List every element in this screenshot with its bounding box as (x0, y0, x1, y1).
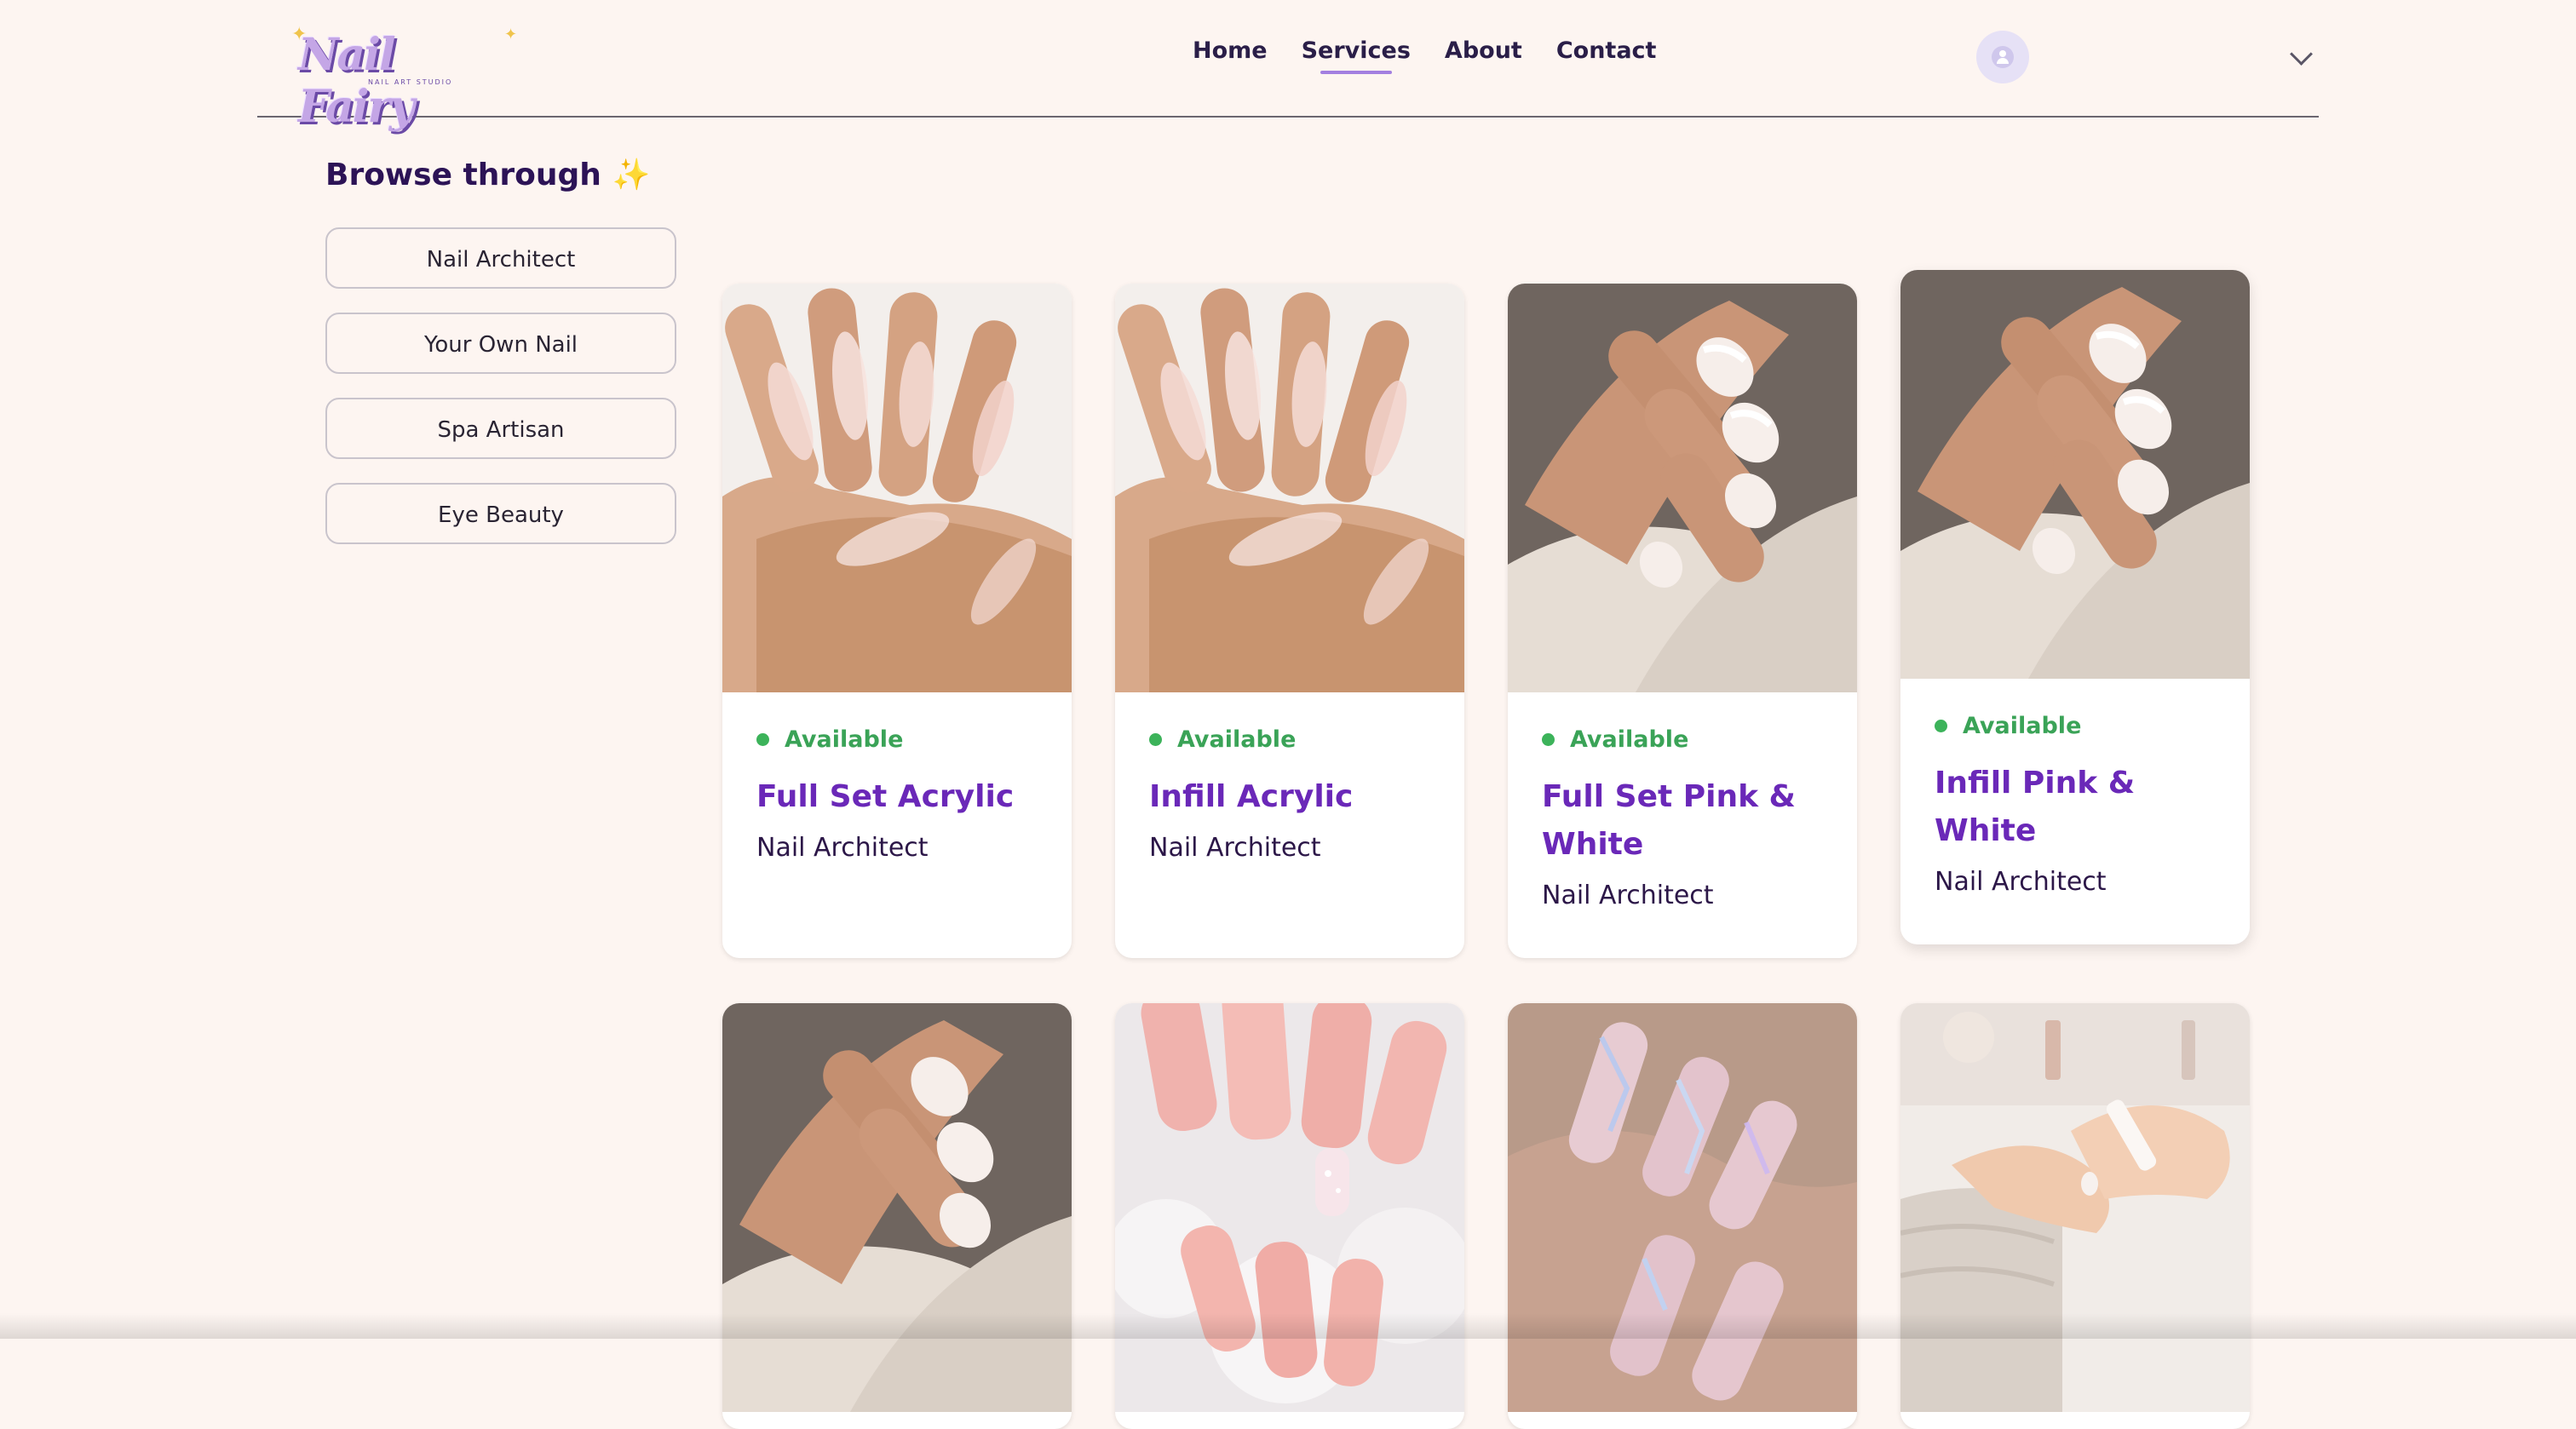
service-card[interactable]: Available Infill Acrylic Nail Architect (1115, 284, 1464, 958)
service-title: Full Set Acrylic (756, 779, 1015, 814)
service-card[interactable]: Available Full Set Acrylic Nail Architec… (722, 284, 1072, 958)
nav-contact[interactable]: Contact (1556, 37, 1657, 64)
status-text: Available (1177, 726, 1297, 753)
service-card[interactable] (1900, 1003, 2250, 1429)
service-title: Full Set Pink & White (1542, 779, 1796, 862)
service-card[interactable] (1508, 1003, 1857, 1429)
logo-tagline: NAIL ART STUDIO (368, 78, 453, 86)
status-badge: Available (1935, 713, 2224, 739)
service-card-body: Available Infill Acrylic Nail Architect (1149, 726, 1439, 863)
available-dot-icon (1149, 733, 1162, 746)
service-category: Nail Architect (1935, 867, 2107, 897)
available-dot-icon (1935, 720, 1947, 732)
status-text: Available (1963, 713, 2082, 739)
service-card[interactable] (1115, 1003, 1464, 1429)
category-spa-artisan[interactable]: Spa Artisan (325, 398, 676, 459)
status-badge: Available (756, 726, 1046, 753)
service-image (1115, 1003, 1464, 1412)
service-category: Nail Architect (756, 833, 929, 863)
sparkles-icon: ✨ (612, 158, 651, 192)
service-image (1900, 1003, 2250, 1412)
status-badge: Available (1149, 726, 1439, 753)
category-your-own-nail[interactable]: Your Own Nail (325, 313, 676, 374)
main-nav: Home Services About Contact (1193, 37, 1657, 74)
service-title: Infill Acrylic (1149, 779, 1354, 814)
available-dot-icon (756, 733, 769, 746)
user-icon (1992, 46, 2014, 68)
service-card[interactable]: Available Infill Pink & White Nail Archi… (1900, 270, 2250, 944)
service-image (722, 284, 1072, 692)
service-image (1508, 284, 1857, 692)
service-category: Nail Architect (1542, 881, 1714, 910)
nav-services[interactable]: Services (1302, 37, 1411, 74)
status-badge: Available (1542, 726, 1831, 753)
nav-home[interactable]: Home (1193, 37, 1268, 64)
sidebar-title: Browse through ✨ (325, 157, 650, 192)
service-card-body: Available Full Set Pink & White Nail Arc… (1542, 726, 1831, 910)
service-title: Infill Pink & White (1935, 766, 2136, 848)
service-card-body: Available Full Set Acrylic Nail Architec… (756, 726, 1046, 863)
nav-about[interactable]: About (1445, 37, 1522, 64)
status-text: Available (1570, 726, 1689, 753)
status-text: Available (785, 726, 904, 753)
service-card[interactable]: Available Full Set Pink & White Nail Arc… (1508, 284, 1857, 958)
nail-fairy-logo[interactable]: ✦ Nail Fairy NAIL ART STUDIO ✦ (291, 24, 518, 133)
sidebar-title-text: Browse through (325, 158, 601, 192)
service-image (1900, 270, 2250, 679)
service-category: Nail Architect (1149, 833, 1321, 863)
category-nail-architect[interactable]: Nail Architect (325, 227, 676, 289)
service-image (1508, 1003, 1857, 1412)
available-dot-icon (1542, 733, 1555, 746)
category-eye-beauty[interactable]: Eye Beauty (325, 483, 676, 544)
bottom-edge-shadow (0, 1313, 2576, 1339)
service-image (722, 1003, 1072, 1412)
service-card-body: Available Infill Pink & White Nail Archi… (1935, 713, 2224, 897)
service-card[interactable] (722, 1003, 1072, 1429)
service-image (1115, 284, 1464, 692)
sparkle-icon: ✦ (504, 26, 518, 43)
user-avatar[interactable] (1976, 31, 2029, 83)
